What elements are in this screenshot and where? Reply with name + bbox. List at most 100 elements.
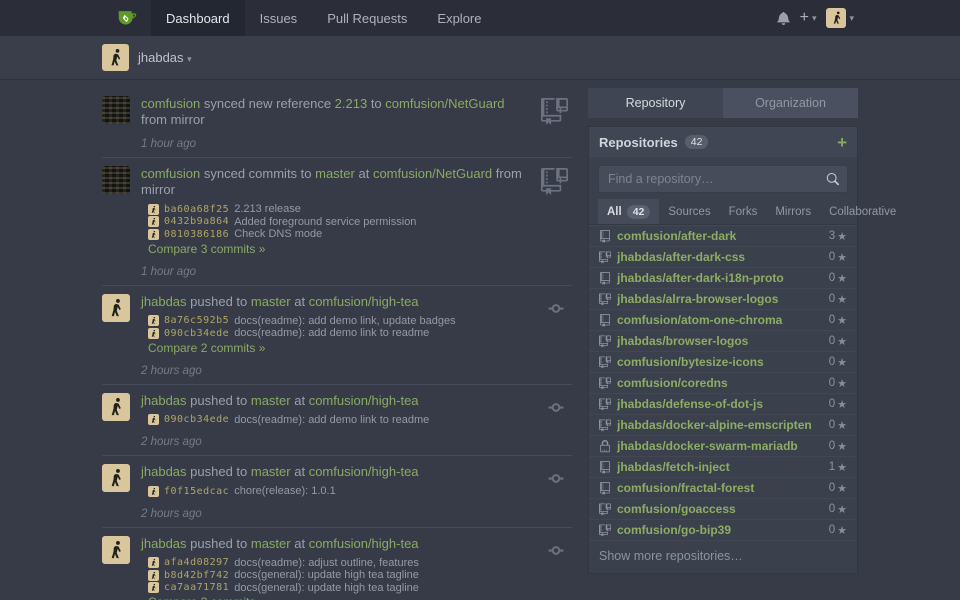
show-more-repositories-link[interactable]: Show more repositories…: [589, 540, 857, 573]
feed-link[interactable]: comfusion: [141, 96, 200, 111]
repo-search-input[interactable]: [598, 165, 848, 193]
actor-avatar[interactable]: [102, 464, 130, 492]
feed-link[interactable]: comfusion/NetGuard: [385, 96, 504, 111]
star-count: 0: [829, 377, 835, 389]
repo-row: jhabdas/alrra-browser-logos 0 ★: [589, 288, 857, 309]
feed-link[interactable]: master: [251, 536, 291, 551]
dashboard-content: comfusion synced new reference 2.213 to …: [102, 80, 858, 600]
compare-link[interactable]: Compare 3 commits »: [148, 596, 530, 600]
navbar-item[interactable]: Explore: [422, 0, 496, 36]
repo-link[interactable]: comfusion/coredns: [617, 376, 823, 390]
feed-link[interactable]: master: [251, 393, 291, 408]
repo-link[interactable]: jhabdas/browser-logos: [617, 334, 823, 348]
navbar-menu: DashboardIssuesPull RequestsExplore: [151, 0, 496, 36]
feed-link[interactable]: comfusion/high-tea: [309, 393, 419, 408]
user-menu-button[interactable]: ▾: [826, 8, 854, 28]
actor-avatar[interactable]: [102, 536, 130, 564]
repo-filter-item[interactable]: Forks: [720, 199, 767, 224]
compare-link[interactable]: Compare 3 commits »: [148, 243, 530, 256]
feed-text: at: [291, 294, 309, 309]
feed-link[interactable]: comfusion/high-tea: [309, 464, 419, 479]
feed-link[interactable]: comfusion/high-tea: [309, 294, 419, 309]
commit-sha[interactable]: afa4d08297: [164, 557, 229, 568]
search-icon[interactable]: [826, 173, 839, 186]
commit-sha[interactable]: ba60a68f25: [164, 204, 229, 215]
repo-link[interactable]: jhabdas/docker-alpine-emscripten: [617, 418, 823, 432]
actor-avatar[interactable]: [102, 96, 130, 124]
repo-star-count: 0 ★: [829, 293, 847, 306]
repo-filter-item[interactable]: Mirrors: [766, 199, 820, 224]
commit-sha[interactable]: 090cb34ede: [164, 328, 229, 339]
repo-link[interactable]: jhabdas/docker-swarm-mariadb: [617, 439, 823, 453]
repo-link[interactable]: comfusion/go-bip39: [617, 523, 823, 537]
notifications-button[interactable]: [777, 11, 790, 25]
repo-row: comfusion/after-dark 3 ★: [589, 225, 857, 246]
commit-list: f0f15edcac chore(release): 1.0.1: [148, 485, 530, 498]
commit-author-avatar: [148, 216, 159, 227]
feed-link[interactable]: master: [315, 166, 355, 181]
add-repo-button[interactable]: +: [837, 134, 847, 151]
create-new-button[interactable]: + ▾: [800, 10, 817, 26]
feed-link[interactable]: jhabdas: [141, 393, 187, 408]
repo-row: jhabdas/browser-logos 0 ★: [589, 330, 857, 351]
star-count: 0: [829, 503, 835, 515]
repo-star-count: 0 ★: [829, 272, 847, 285]
feed-link[interactable]: master: [251, 464, 291, 479]
feed-link[interactable]: jhabdas: [141, 294, 187, 309]
repo-link[interactable]: jhabdas/fetch-inject: [617, 460, 823, 474]
star-icon: ★: [837, 419, 847, 432]
navbar-item[interactable]: Issues: [245, 0, 313, 36]
feed-link[interactable]: jhabdas: [141, 536, 187, 551]
repo-filter-item[interactable]: Sources: [659, 199, 719, 224]
commit-author-avatar: [148, 328, 159, 339]
tab-organization[interactable]: Organization: [723, 88, 858, 118]
repo-link[interactable]: jhabdas/after-dark-css: [617, 250, 823, 264]
feed-time: 2 hours ago: [141, 508, 530, 521]
filter-label: Sources: [668, 206, 710, 218]
commit-message: docs(readme): adjust outline, features: [234, 557, 419, 569]
repo-link[interactable]: comfusion/fractal-forest: [617, 481, 823, 495]
repo-link[interactable]: comfusion/atom-one-chroma: [617, 313, 823, 327]
git-commit-icon: [544, 542, 568, 559]
feed-link[interactable]: jhabdas: [141, 464, 187, 479]
commit-sha[interactable]: 090cb34ede: [164, 414, 229, 425]
repo-link[interactable]: jhabdas/after-dark-i18n-proto: [617, 271, 823, 285]
actor-avatar[interactable]: [102, 166, 130, 194]
repo-filter-item[interactable]: All 42: [598, 199, 659, 224]
star-icon: ★: [837, 461, 847, 474]
feed-link[interactable]: comfusion/high-tea: [309, 536, 419, 551]
tab-repository[interactable]: Repository: [588, 88, 723, 118]
actor-avatar[interactable]: [102, 294, 130, 322]
navbar-item[interactable]: Dashboard: [151, 0, 245, 36]
repositories-header: Repositories 42 +: [589, 127, 857, 157]
commit-sha[interactable]: 0810386186: [164, 229, 229, 240]
repo-icon: [599, 314, 611, 327]
repo-link[interactable]: jhabdas/defense-of-dot-js: [617, 397, 823, 411]
feed-link[interactable]: master: [251, 294, 291, 309]
repo-star-count: 3 ★: [829, 230, 847, 243]
context-switcher[interactable]: jhabdas ▾: [138, 50, 192, 65]
feed-link[interactable]: comfusion: [141, 166, 200, 181]
star-icon: ★: [837, 314, 847, 327]
feed-link[interactable]: 2.213: [335, 96, 368, 111]
feed-item-body: jhabdas pushed to master at comfusion/hi…: [141, 533, 572, 600]
feed-link[interactable]: comfusion/NetGuard: [373, 166, 492, 181]
compare-link[interactable]: Compare 2 commits »: [148, 342, 530, 355]
context-subheader: jhabdas ▾: [0, 36, 960, 80]
commit-sha[interactable]: 0432b9a864: [164, 216, 229, 227]
repo-link[interactable]: comfusion/after-dark: [617, 229, 823, 243]
commit-sha[interactable]: 8a76c592b5: [164, 315, 229, 326]
commit-sha[interactable]: b8d42bf742: [164, 570, 229, 581]
repo-link[interactable]: comfusion/goaccess: [617, 502, 823, 516]
feed-item-body: jhabdas pushed to master at comfusion/hi…: [141, 390, 572, 450]
feed-text: synced commits to: [200, 166, 315, 181]
actor-avatar[interactable]: [102, 393, 130, 421]
repo-link[interactable]: jhabdas/alrra-browser-logos: [617, 292, 823, 306]
navbar-item[interactable]: Pull Requests: [312, 0, 422, 36]
commit-sha[interactable]: f0f15edcac: [164, 486, 229, 497]
gitea-logo[interactable]: [102, 0, 151, 36]
repo-link[interactable]: comfusion/bytesize-icons: [617, 355, 823, 369]
feed-text: at: [291, 536, 309, 551]
commit-sha[interactable]: ca7aa71781: [164, 582, 229, 593]
repo-filter-item[interactable]: Collaborative: [820, 199, 905, 224]
